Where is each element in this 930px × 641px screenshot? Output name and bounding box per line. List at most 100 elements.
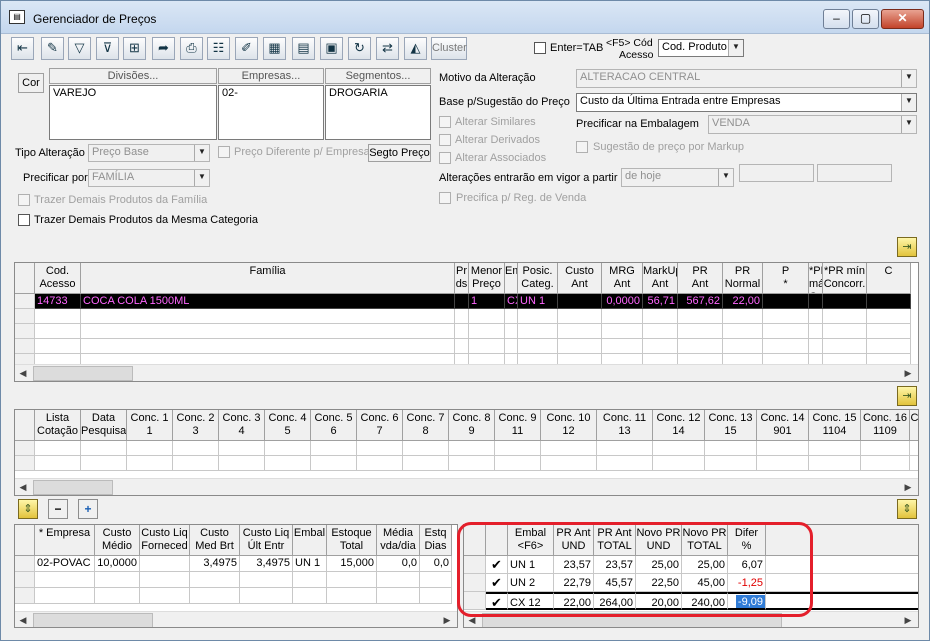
grid-cell[interactable]	[127, 441, 173, 456]
grid-cell[interactable]	[558, 324, 602, 339]
grid-cell[interactable]	[643, 339, 678, 354]
scroll-left-icon[interactable]: ◀	[17, 614, 29, 626]
emp_grid-header-3[interactable]: Custo Med Brt	[190, 525, 240, 556]
product-row-cell[interactable]: 56,71	[643, 294, 678, 309]
conc_grid-header-17[interactable]: Conc. 16 1109	[861, 410, 910, 441]
product-row-cell[interactable]	[763, 294, 809, 309]
product-row-cell[interactable]: 0,0000	[602, 294, 643, 309]
grid-cell[interactable]	[35, 309, 81, 324]
scroll-left-icon[interactable]: ◀	[17, 367, 29, 379]
scroll-right-icon[interactable]: ▶	[902, 614, 914, 626]
conc_grid-header-16[interactable]: Conc. 15 1104	[809, 410, 861, 441]
horizontal-scrollbar[interactable]: ◀ ▶	[15, 478, 918, 495]
grid-cell[interactable]	[809, 456, 861, 471]
conc_grid-header-11[interactable]: Conc. 10 12	[541, 410, 597, 441]
competitor-grid[interactable]: Lista Cotação Data Pesquisa Conc. 1 1 Conc. 23…	[14, 409, 919, 496]
grid-cell[interactable]	[311, 441, 357, 456]
precificar-embalagem-select[interactable]: VENDA ▼	[708, 115, 917, 134]
grid-cell[interactable]	[823, 339, 867, 354]
emp_grid-header-6[interactable]: Estoque Total	[327, 525, 377, 556]
emp_grid-header-5[interactable]: Embal	[293, 525, 327, 556]
horizontal-scrollbar[interactable]: ◀ ▶	[15, 611, 457, 627]
grid-cell[interactable]	[518, 309, 558, 324]
grid-cell[interactable]	[505, 309, 518, 324]
empresas-item[interactable]: 02-	[222, 87, 238, 99]
sheet-button[interactable]: ▤	[292, 37, 315, 60]
save-button[interactable]: ▣	[320, 37, 343, 60]
grid-cell[interactable]	[140, 588, 190, 604]
filter-button[interactable]: ▽	[68, 37, 91, 60]
product-row-cell[interactable]: 1	[469, 294, 505, 309]
grid-cell[interactable]	[95, 572, 140, 588]
close-button[interactable]: ✕	[881, 9, 924, 29]
grid-cell[interactable]	[653, 441, 705, 456]
add-rows-button[interactable]: ⊞	[123, 37, 146, 60]
segto-preco-button[interactable]: Segto Preço	[368, 144, 431, 162]
grid-cell[interactable]	[455, 339, 469, 354]
main_grid-header-4[interactable]: Embal	[505, 263, 518, 294]
scroll-right-icon[interactable]: ▶	[902, 367, 914, 379]
trazer-familia-checkbox[interactable]	[18, 194, 30, 206]
product-row-cell[interactable]	[455, 294, 469, 309]
main_grid-header-8[interactable]: MarkUp Ant	[643, 263, 678, 294]
grid-cell[interactable]	[763, 324, 809, 339]
conc_grid-header-1[interactable]: Data Pesquisa	[81, 410, 127, 441]
grid-cell[interactable]	[809, 441, 861, 456]
grid-cell[interactable]	[643, 324, 678, 339]
grid-cell[interactable]	[455, 309, 469, 324]
main_grid-header-13[interactable]: *PR mín Concorr.	[823, 263, 867, 294]
refresh-button[interactable]: ↻	[348, 37, 371, 60]
main_grid-header-11[interactable]: P *	[763, 263, 809, 294]
product-row-cell[interactable]	[809, 294, 823, 309]
conc_grid-header-4[interactable]: Conc. 34	[219, 410, 265, 441]
grid-cell[interactable]	[190, 572, 240, 588]
grid-cell[interactable]	[867, 324, 911, 339]
conc_grid-header-8[interactable]: Conc. 78	[403, 410, 449, 441]
grid-cell[interactable]	[127, 456, 173, 471]
grid-cell[interactable]	[265, 456, 311, 471]
export-conc-icon[interactable]: ⇥	[897, 386, 917, 406]
precificar-por-select[interactable]: FAMÍLIA ▼	[88, 169, 210, 187]
grid-cell[interactable]	[81, 456, 127, 471]
grid-cell[interactable]	[403, 456, 449, 471]
scroll-thumb[interactable]	[33, 613, 153, 627]
grid-cell[interactable]	[723, 309, 763, 324]
company-row-cell[interactable]	[140, 556, 190, 572]
grid-cell[interactable]	[705, 456, 757, 471]
divisoes-item[interactable]: VAREJO	[53, 87, 96, 99]
grid-cell[interactable]	[311, 456, 357, 471]
grid-cell[interactable]	[35, 441, 81, 456]
grid-cell[interactable]	[240, 588, 293, 604]
grid-cell[interactable]	[81, 309, 455, 324]
main_grid-header-5[interactable]: Posic. Categ.	[518, 263, 558, 294]
product-row-cell[interactable]	[823, 294, 867, 309]
main_grid-header-6[interactable]: Custo Ant	[558, 263, 602, 294]
grid-cell[interactable]	[518, 339, 558, 354]
grid-cell[interactable]	[469, 324, 505, 339]
conc_grid-header-14[interactable]: Conc. 13 15	[705, 410, 757, 441]
add-button[interactable]: +	[78, 499, 98, 519]
grid-cell[interactable]	[910, 456, 918, 471]
main_grid-header-2[interactable]: Pr ds	[455, 263, 469, 294]
grid-cell[interactable]	[809, 309, 823, 324]
main_grid-header-12[interactable]: *PR máxConcorr.	[809, 263, 823, 294]
grid-cell[interactable]	[35, 324, 81, 339]
product-row-cell[interactable]: UN 1	[518, 294, 558, 309]
grid-cell[interactable]	[327, 588, 377, 604]
grid-cell[interactable]	[763, 339, 809, 354]
grid-cell[interactable]	[910, 441, 918, 456]
grid-cell[interactable]	[469, 309, 505, 324]
conc_grid-header-6[interactable]: Conc. 56	[311, 410, 357, 441]
vigor-time-field[interactable]	[817, 164, 892, 182]
alteracoes-vigor-select[interactable]: de hoje ▼	[621, 168, 734, 187]
grid-cell[interactable]	[81, 324, 455, 339]
eraser-button[interactable]: ✎	[41, 37, 64, 60]
grid-cell[interactable]	[449, 456, 495, 471]
conc_grid-header-12[interactable]: Conc. 11 13	[597, 410, 653, 441]
grid-cell[interactable]	[327, 572, 377, 588]
grid-cell[interactable]	[505, 324, 518, 339]
grid-cell[interactable]	[240, 572, 293, 588]
product-row-cell[interactable]: 567,62	[678, 294, 723, 309]
conc_grid-header-18[interactable]: C	[910, 410, 918, 441]
grid-cell[interactable]	[602, 339, 643, 354]
